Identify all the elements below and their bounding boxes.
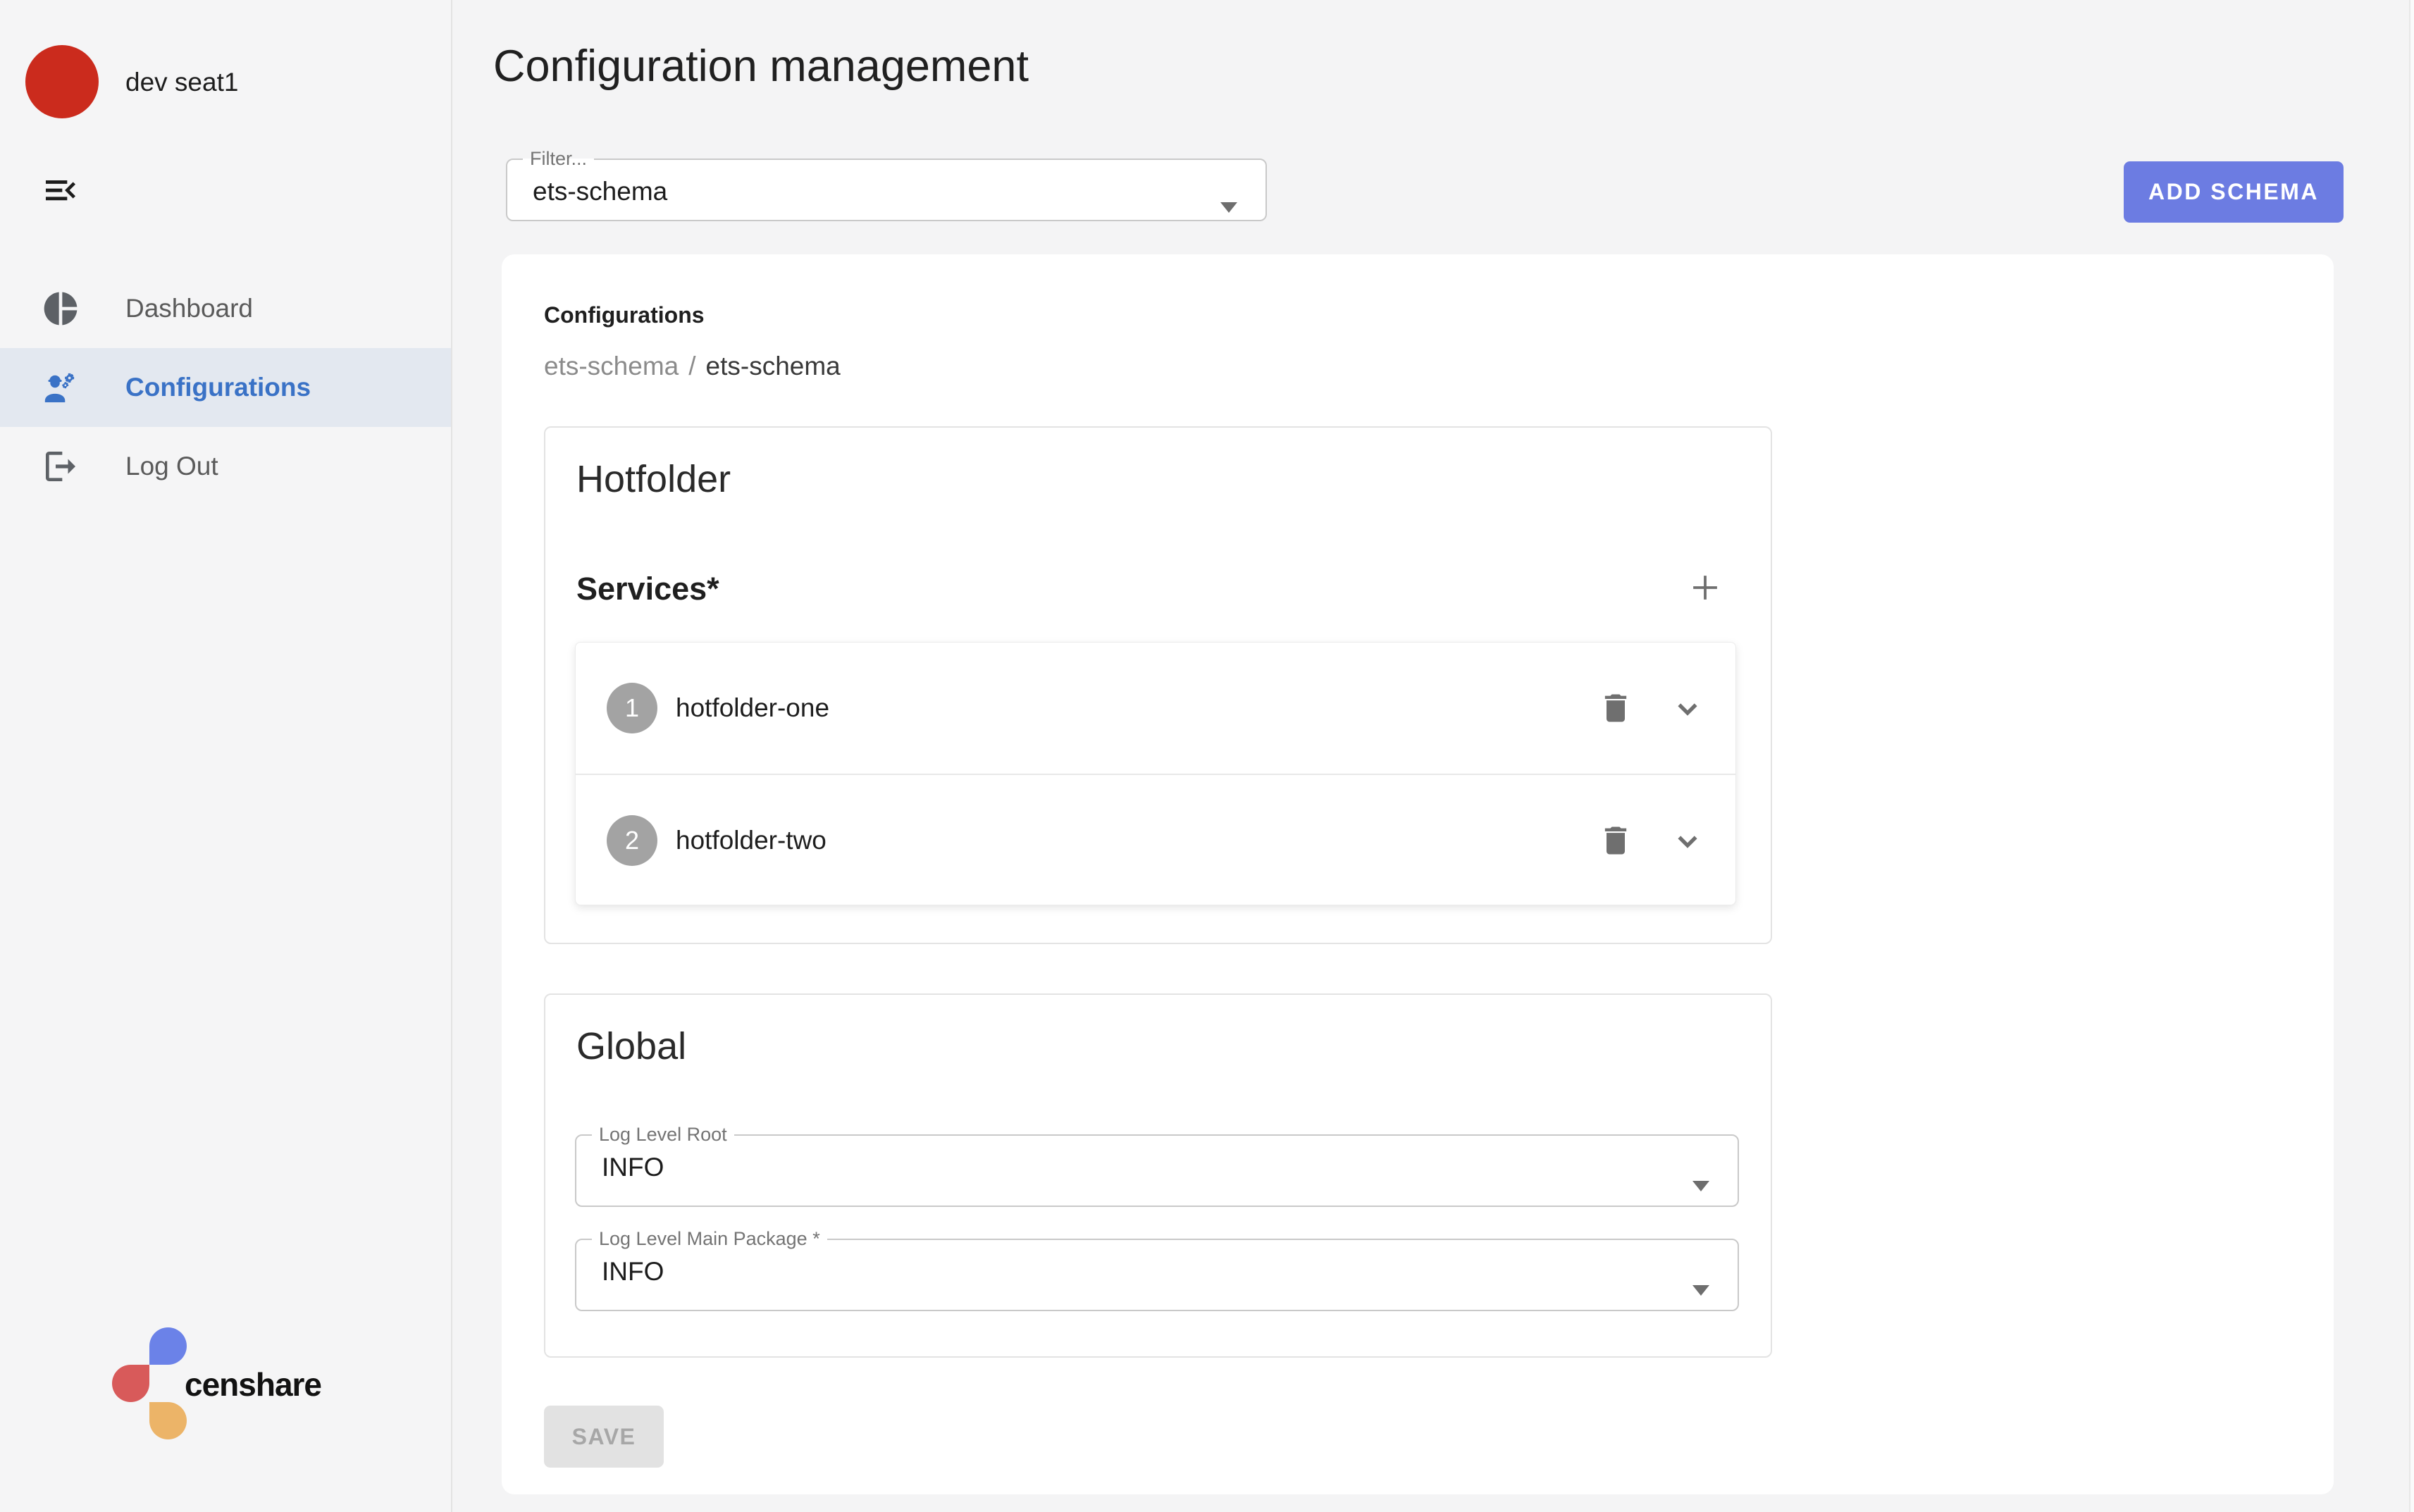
sidebar-item-label: Configurations (125, 373, 311, 402)
hotfolder-card: Hotfolder Services* 1 hotfolder-one (544, 426, 1772, 944)
service-index-badge: 2 (607, 815, 657, 866)
dropdown-arrow-icon (1692, 1181, 1709, 1191)
user-avatar[interactable] (25, 45, 99, 118)
delete-service-icon[interactable] (1597, 690, 1634, 726)
breadcrumb: ets-schema/ets-schema (544, 352, 841, 381)
hotfolder-card-title: Hotfolder (576, 457, 731, 501)
sidebar: dev seat1 Dashboard (0, 0, 452, 1512)
sidebar-item-configurations[interactable]: Configurations (0, 348, 451, 427)
log-level-root-label: Log Level Root (592, 1125, 734, 1144)
configuration-management-app: dev seat1 Dashboard (0, 0, 2414, 1512)
menu-collapse-icon[interactable] (41, 171, 80, 210)
dropdown-arrow-icon (1692, 1285, 1709, 1296)
services-label: Services* (576, 571, 719, 607)
services-list: 1 hotfolder-one 2 hotfolde (575, 642, 1736, 905)
sidebar-item-label: Dashboard (125, 294, 253, 323)
sidebar-item-logout[interactable]: Log Out (0, 427, 451, 506)
filter-select-value: ets-schema (533, 177, 1265, 206)
expand-service-icon[interactable] (1668, 821, 1707, 860)
scrollbar-track[interactable] (2409, 0, 2414, 1512)
log-level-main-package-value: INFO (602, 1257, 1738, 1287)
logo-petal-blue (149, 1327, 187, 1365)
log-level-root-select[interactable]: Log Level Root INFO (575, 1125, 1739, 1207)
sidebar-nav: Dashboard (0, 269, 451, 506)
log-level-root-value: INFO (602, 1153, 1738, 1182)
breadcrumb-section-label: Configurations (544, 302, 705, 328)
logo-wordmark: censhare (185, 1365, 321, 1403)
sidebar-item-label: Log Out (125, 452, 218, 481)
logo-petal-orange (149, 1402, 187, 1439)
content-panel: Configurations ets-schema/ets-schema Hot… (502, 254, 2334, 1494)
page-title: Configuration management (493, 41, 1029, 92)
service-name: hotfolder-one (676, 693, 1597, 723)
service-name: hotfolder-two (676, 826, 1597, 855)
log-level-main-package-select[interactable]: Log Level Main Package * INFO (575, 1229, 1739, 1311)
service-row[interactable]: 1 hotfolder-one (576, 643, 1735, 774)
breadcrumb-separator: / (679, 352, 705, 380)
expand-service-icon[interactable] (1668, 688, 1707, 728)
breadcrumb-current: ets-schema (706, 352, 841, 380)
delete-service-icon[interactable] (1597, 822, 1634, 859)
save-button[interactable]: SAVE (544, 1406, 664, 1468)
filter-select[interactable]: Filter... ets-schema (506, 149, 1267, 221)
global-card: Global Log Level Root INFO Log Level Mai… (544, 993, 1772, 1358)
sidebar-item-dashboard[interactable]: Dashboard (0, 269, 451, 348)
global-card-title: Global (576, 1024, 686, 1068)
service-row[interactable]: 2 hotfolder-two (576, 774, 1735, 906)
filter-select-label: Filter... (523, 149, 594, 168)
log-level-main-package-label: Log Level Main Package * (592, 1229, 827, 1248)
pie-chart-icon (41, 289, 80, 328)
add-schema-button[interactable]: ADD SCHEMA (2124, 161, 2344, 223)
logo-petal-red (112, 1365, 149, 1402)
add-service-icon[interactable] (1686, 569, 1724, 607)
dropdown-arrow-icon (1220, 202, 1237, 213)
engineering-icon (41, 368, 80, 407)
breadcrumb-parent[interactable]: ets-schema (544, 352, 679, 380)
user-name: dev seat1 (125, 68, 238, 97)
service-index-badge: 1 (607, 683, 657, 733)
logout-icon (41, 447, 80, 486)
